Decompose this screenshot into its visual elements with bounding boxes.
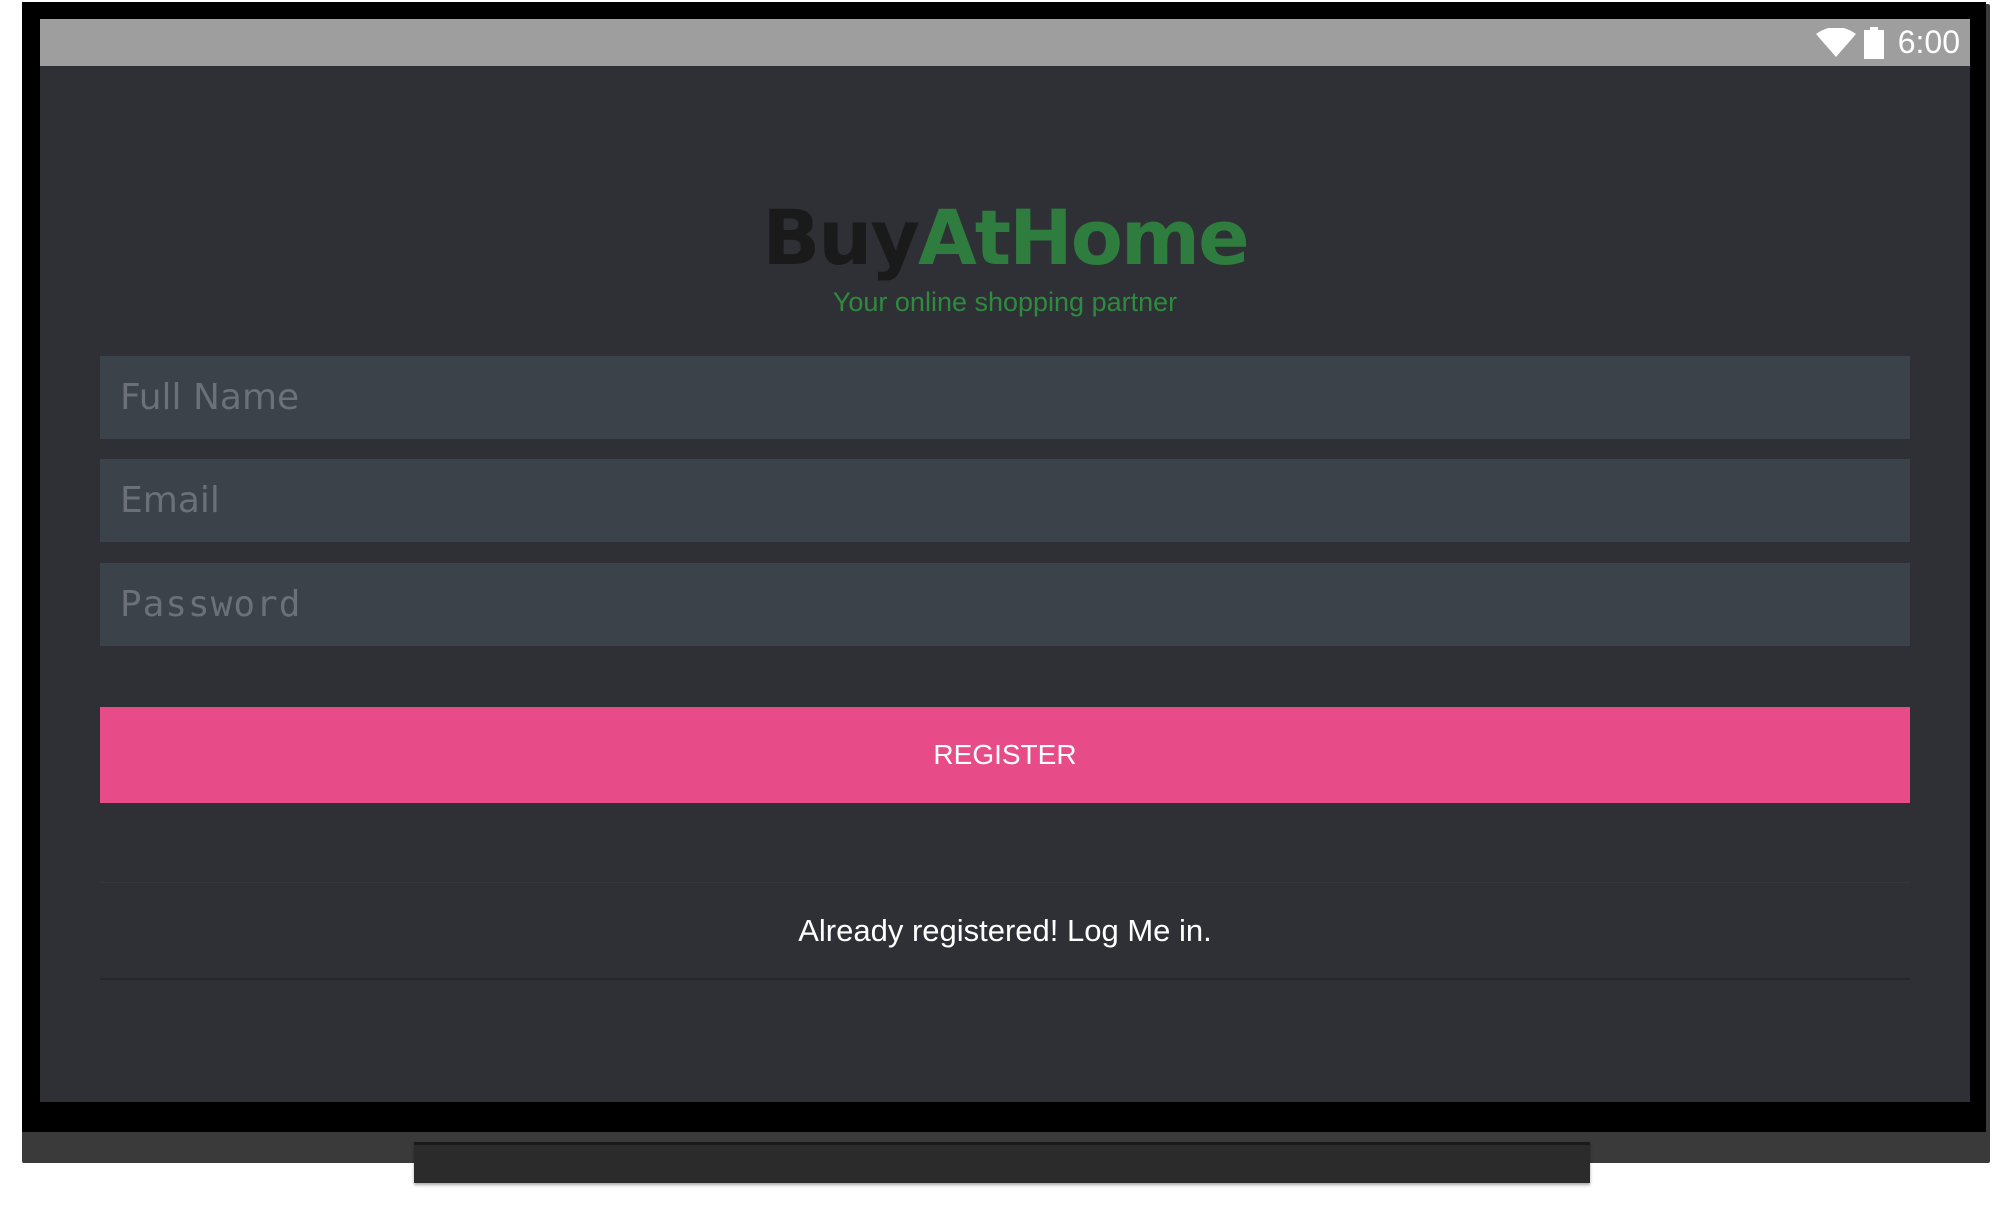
logo-text-athome: AtHome bbox=[917, 193, 1250, 282]
status-bar: 6:00 bbox=[40, 19, 1970, 66]
device-stand bbox=[414, 1142, 1590, 1183]
battery-icon bbox=[1863, 26, 1884, 59]
password-input[interactable] bbox=[100, 563, 1910, 646]
wifi-icon bbox=[1815, 27, 1856, 57]
login-link-button[interactable]: Already registered! Log Me in. bbox=[100, 882, 1910, 980]
status-clock: 6:00 bbox=[1897, 24, 1960, 60]
logo-text-buy: Buy bbox=[762, 193, 920, 282]
app-tagline: Your online shopping partner bbox=[832, 287, 1178, 317]
email-input[interactable] bbox=[100, 459, 1910, 542]
status-icons: 6:00 bbox=[1815, 19, 1960, 66]
app-logo: BuyAtHome bbox=[40, 188, 1970, 288]
app-screen: 6:00 BuyAtHome Your online shopping part… bbox=[40, 19, 1970, 1102]
register-button[interactable]: REGISTER bbox=[100, 707, 1910, 803]
full-name-input[interactable] bbox=[100, 356, 1910, 439]
